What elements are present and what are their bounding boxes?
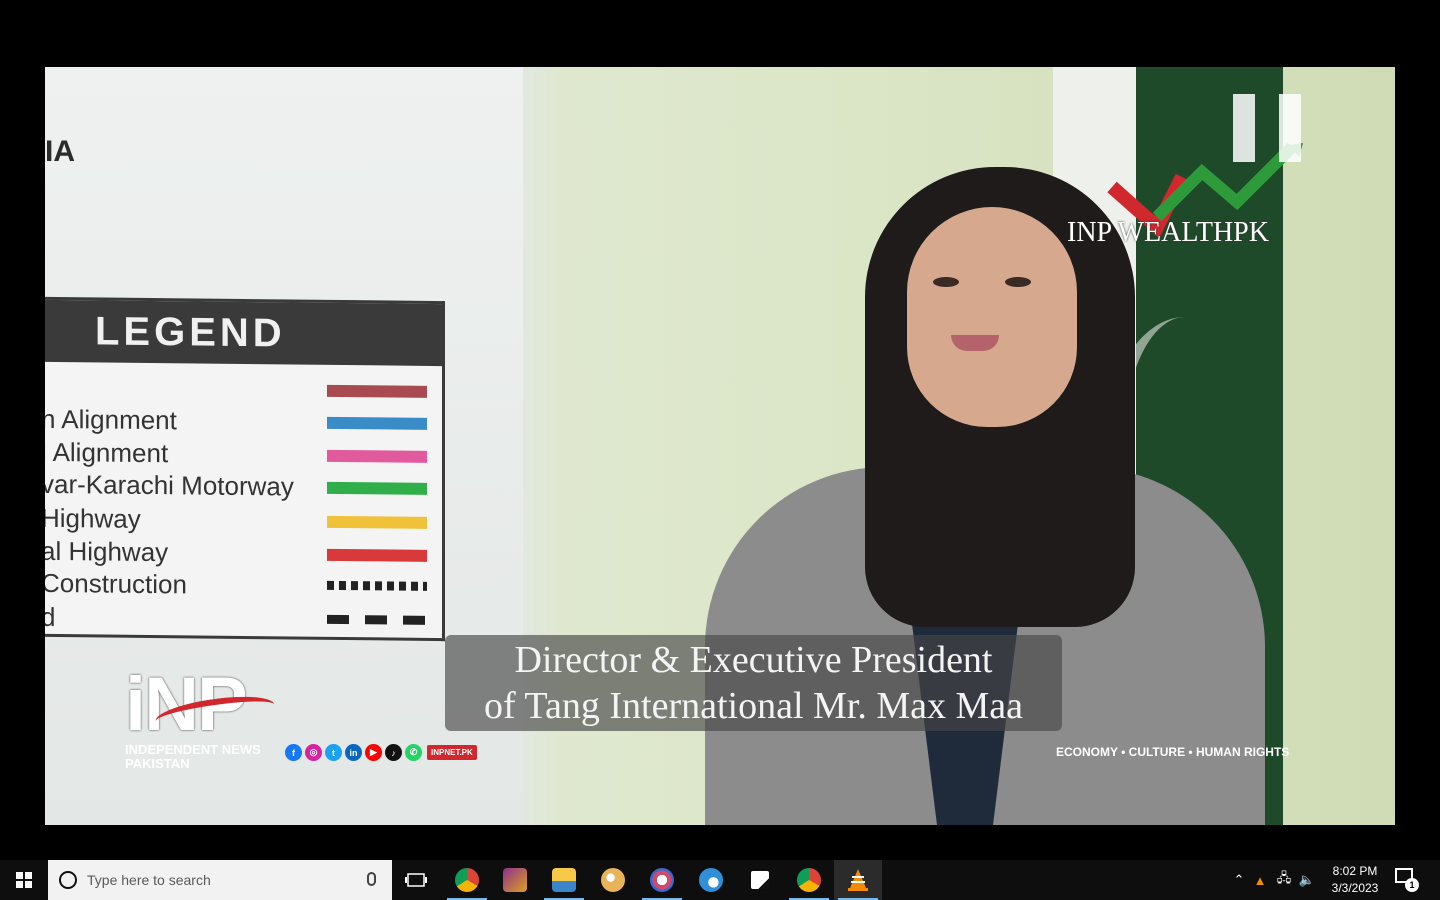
presenter-eye — [933, 277, 959, 287]
legend-swatch — [327, 481, 427, 495]
taskbar-edge[interactable] — [687, 860, 735, 900]
notification-badge: 1 — [1405, 878, 1419, 892]
volume-icon[interactable]: 🔈 — [1296, 872, 1318, 888]
chevron-up-icon[interactable]: ⌃ — [1230, 872, 1248, 888]
legend-swatch — [327, 548, 427, 562]
system-tray: ⌃ ▲ 🖧 🔈 — [1230, 860, 1318, 900]
legend-row: l Alignment — [45, 437, 442, 473]
legend-swatch — [327, 515, 427, 529]
presenter-eye — [1005, 277, 1031, 287]
clock-date: 3/3/2023 — [1331, 881, 1379, 895]
network-icon[interactable]: 🖧 — [1272, 869, 1296, 891]
board-text: IA — [45, 135, 75, 168]
inp-logo-line2: PAKISTAN — [125, 756, 190, 771]
task-view-button[interactable] — [392, 860, 440, 900]
sticky-notes-icon — [751, 871, 769, 889]
whatsapp-icon: ✆ — [405, 744, 422, 761]
vlc-tray-icon[interactable]: ▲ — [1248, 873, 1272, 888]
legend-swatch — [327, 580, 427, 591]
presenter-face — [907, 207, 1077, 427]
winrar-icon — [503, 868, 527, 892]
facebook-icon: f — [285, 744, 302, 761]
legend-row: Construction — [45, 568, 442, 604]
legend-row: al Highway — [45, 536, 442, 572]
legend-row: var-Karachi Motorway — [45, 469, 442, 505]
video-frame[interactable]: IA LEGEND n Alignment l Alignment var-Ka… — [45, 67, 1395, 825]
taskbar: Type here to search ⌃ ▲ 🖧 🔈 8:02 PM 3/3/… — [0, 860, 1440, 900]
taskbar-chrome[interactable] — [443, 860, 491, 900]
media-player-window: IA LEGEND n Alignment l Alignment var-Ka… — [0, 0, 1440, 860]
legend-swatch — [327, 416, 427, 430]
tiktok-icon: ♪ — [385, 744, 402, 761]
microphone-icon[interactable] — [367, 872, 376, 886]
file-explorer-icon — [552, 868, 576, 892]
legend-swatch — [327, 449, 427, 463]
chrome-profile-icon — [797, 868, 821, 892]
chrome-icon — [455, 868, 479, 892]
website-tag: INPNET.PK — [427, 745, 477, 760]
taskbar-snipping[interactable] — [638, 860, 686, 900]
inp-logo-line1: INDEPENDENT NEWS — [125, 742, 261, 757]
caption-line-1: Director & Executive President — [514, 639, 993, 681]
legend-swatch — [327, 384, 427, 398]
legend-row: d — [45, 602, 442, 638]
windows-icon — [16, 872, 32, 888]
legend-row — [45, 372, 442, 408]
legend-box: LEGEND n Alignment l Alignment var-Karac… — [45, 296, 445, 642]
topics-ticker: ECONOMY • CULTURE • HUMAN RIGHTS — [1056, 745, 1290, 759]
legend-row: n Alignment — [45, 404, 442, 440]
taskbar-file-explorer[interactable] — [540, 860, 588, 900]
linkedin-icon: in — [345, 744, 362, 761]
caption-line-2: of Tang International Mr. Max Maa — [483, 685, 1024, 727]
video-caption: Director & Executive President of Tang I… — [445, 635, 1062, 731]
cortana-icon — [59, 871, 77, 889]
youtube-icon: ▶ — [365, 744, 382, 761]
wealthpk-logo-text: INP WEALTHPK — [1067, 217, 1269, 248]
edge-icon — [699, 868, 723, 892]
paint-icon — [601, 868, 625, 892]
start-button[interactable] — [0, 860, 48, 900]
taskbar-paint[interactable] — [589, 860, 637, 900]
taskbar-vlc[interactable] — [834, 860, 882, 900]
legend-row: Highway — [45, 503, 442, 539]
legend-title: LEGEND — [45, 299, 442, 367]
search-placeholder: Type here to search — [87, 872, 211, 888]
taskbar-search[interactable]: Type here to search — [48, 860, 392, 900]
vlc-icon — [848, 869, 868, 891]
pause-icon[interactable] — [1233, 94, 1303, 162]
instagram-icon: ◎ — [305, 744, 322, 761]
action-center-button[interactable]: 1 — [1395, 868, 1419, 892]
taskbar-winrar[interactable] — [491, 860, 539, 900]
taskbar-chrome-profile[interactable] — [785, 860, 833, 900]
legend-swatch — [327, 614, 427, 625]
taskbar-sticky-notes[interactable] — [736, 860, 784, 900]
taskbar-clock[interactable]: 8:02 PM 3/3/2023 — [1320, 863, 1390, 897]
task-view-icon — [405, 873, 427, 887]
social-icons: f ◎ t in ▶ ♪ ✆ INPNET.PK — [285, 744, 477, 761]
snipping-icon — [650, 868, 674, 892]
clock-time: 8:02 PM — [1332, 864, 1378, 878]
twitter-icon: t — [325, 744, 342, 761]
